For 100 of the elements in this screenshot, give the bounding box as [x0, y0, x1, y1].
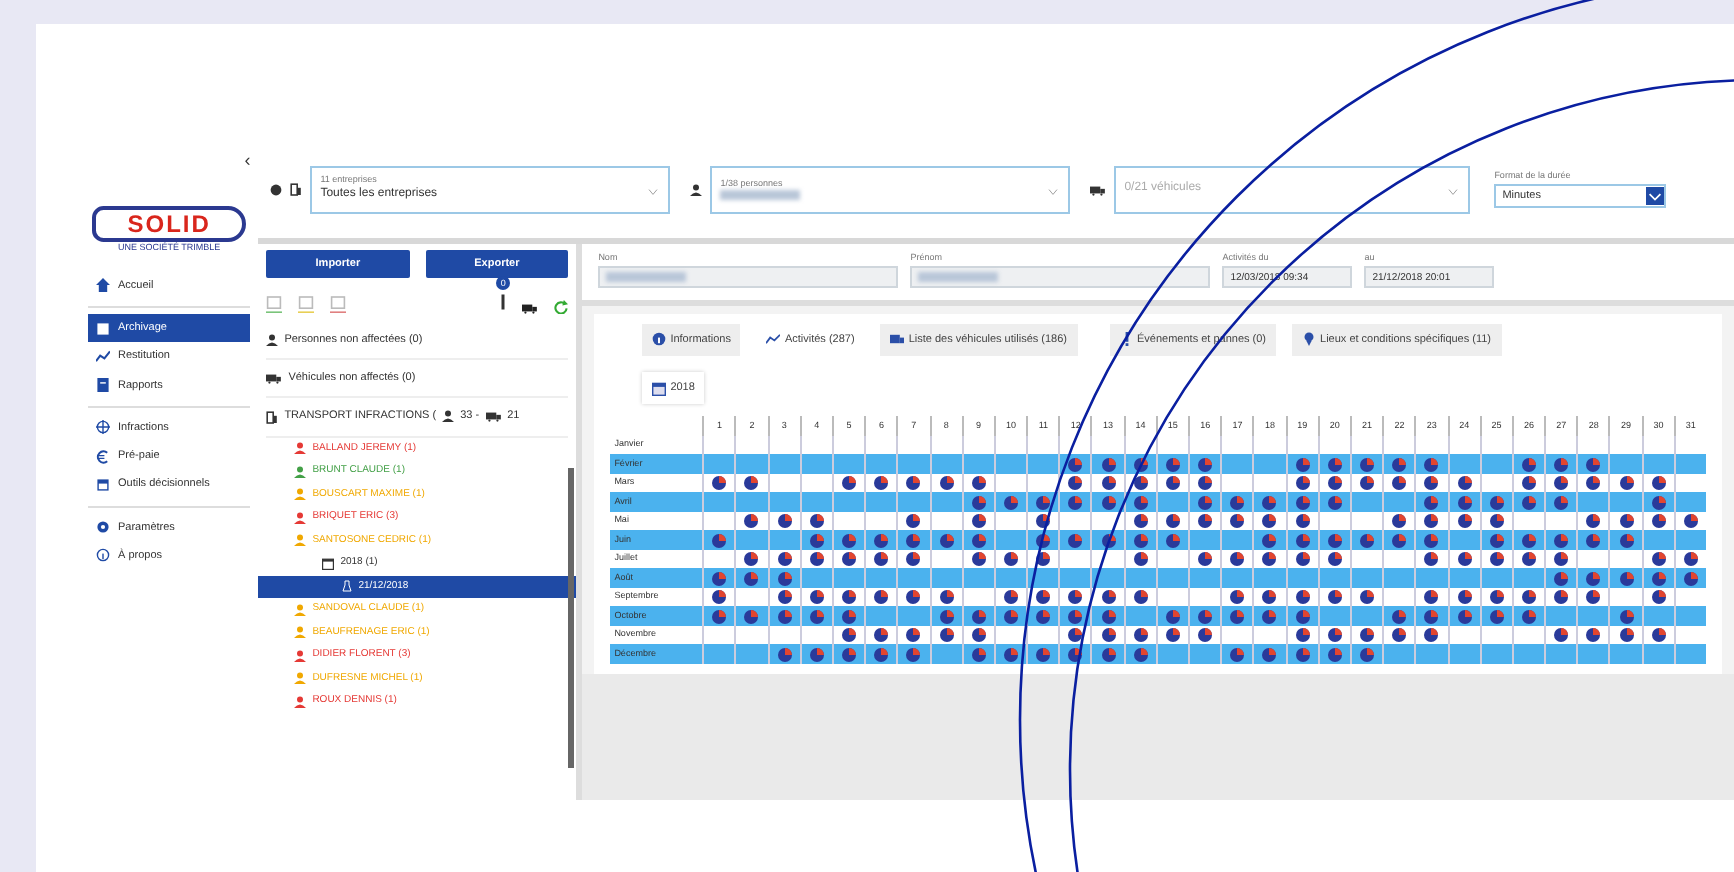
pie-chart-icon — [874, 476, 889, 490]
pie-chart-icon — [1521, 609, 1536, 623]
pie-chart-icon — [1262, 514, 1277, 528]
pie-chart-icon — [1489, 590, 1504, 604]
pie-chart-icon — [971, 533, 986, 547]
pie-chart-icon — [1683, 514, 1698, 528]
pie-chart-icon — [1230, 609, 1245, 623]
pie-chart-icon — [1198, 628, 1213, 642]
dropdown-icon — [1646, 185, 1665, 206]
pie-chart-icon — [1295, 514, 1310, 528]
pie-chart-icon — [1230, 495, 1245, 509]
pie-chart-icon — [1424, 514, 1439, 528]
pie-chart-icon — [1327, 457, 1342, 471]
pie-chart-icon — [1198, 514, 1213, 528]
pie-chart-icon — [906, 628, 921, 642]
pie-chart-icon — [1651, 628, 1666, 642]
collapse-button[interactable]: ‹ — [244, 150, 251, 170]
pie-chart-icon — [777, 571, 792, 585]
calendar-icon — [652, 381, 667, 396]
pie-chart-icon — [1521, 476, 1536, 490]
pie-chart-icon — [1295, 457, 1310, 471]
pie-chart-icon — [1327, 647, 1342, 661]
pie-chart-icon — [712, 571, 727, 585]
pie-chart-icon — [744, 609, 759, 623]
trend-line-icon — [766, 332, 781, 347]
pie-chart-icon — [1489, 495, 1504, 509]
pie-chart-icon — [1133, 476, 1148, 490]
pie-chart-icon — [1619, 533, 1634, 547]
pie-chart-icon — [1003, 647, 1018, 661]
pie-chart-icon — [1683, 552, 1698, 566]
pie-chart-icon — [1230, 552, 1245, 566]
pie-chart-icon — [1133, 495, 1148, 509]
pie-chart-icon — [906, 647, 921, 661]
pie-chart-icon — [1586, 476, 1601, 490]
pie-chart-icon — [1198, 476, 1213, 490]
pie-chart-icon — [1165, 514, 1180, 528]
pie-chart-icon — [1068, 495, 1083, 509]
pie-chart-icon — [874, 533, 889, 547]
pie-chart-icon — [939, 533, 954, 547]
pie-chart-icon — [1619, 628, 1634, 642]
pie-chart-icon — [1554, 571, 1569, 585]
pie-chart-icon — [1424, 457, 1439, 471]
pie-chart-icon — [1424, 533, 1439, 547]
pie-chart-icon — [874, 647, 889, 661]
pie-chart-icon — [1262, 609, 1277, 623]
pie-chart-icon — [842, 476, 857, 490]
pie-chart-icon — [1133, 628, 1148, 642]
pie-chart-icon — [1262, 552, 1277, 566]
filter-icon — [266, 295, 283, 314]
pie-chart-icon — [1101, 533, 1116, 547]
pie-chart-icon — [1554, 495, 1569, 509]
pie-chart-icon — [809, 647, 824, 661]
scrollbar[interactable] — [568, 468, 575, 768]
pie-chart-icon — [1036, 609, 1051, 623]
caret-icon — [648, 187, 659, 195]
pie-chart-icon — [1036, 552, 1051, 566]
pie-chart-icon — [777, 609, 792, 623]
pie-chart-icon — [1424, 476, 1439, 490]
pie-chart-icon — [1295, 590, 1310, 604]
pie-chart-icon — [1133, 457, 1148, 471]
pie-chart-icon — [1165, 476, 1180, 490]
pie-chart-icon — [971, 552, 986, 566]
pie-chart-icon — [1230, 590, 1245, 604]
pie-chart-icon — [1360, 628, 1375, 642]
pie-chart-icon — [1133, 514, 1148, 528]
pie-chart-icon — [1295, 609, 1310, 623]
pie-chart-icon — [744, 552, 759, 566]
truck-icon — [266, 372, 283, 385]
pie-chart-icon — [1651, 571, 1666, 585]
pie-chart-icon — [1392, 457, 1407, 471]
pie-chart-icon — [1424, 609, 1439, 623]
pie-chart-icon — [1165, 628, 1180, 642]
pie-chart-icon — [971, 647, 986, 661]
pie-chart-icon — [1101, 495, 1116, 509]
pie-chart-icon — [1198, 495, 1213, 509]
pie-chart-icon — [1521, 552, 1536, 566]
pie-chart-icon — [1457, 495, 1472, 509]
pie-chart-icon — [1068, 476, 1083, 490]
pie-chart-icon — [1036, 495, 1051, 509]
pie-chart-icon — [1036, 590, 1051, 604]
pie-chart-icon — [1586, 457, 1601, 471]
pie-chart-icon — [1133, 590, 1148, 604]
person-icon — [690, 183, 703, 195]
info-icon — [96, 548, 110, 563]
truck-icon — [1090, 183, 1107, 195]
pie-chart-icon — [1165, 457, 1180, 471]
filter-icon — [330, 295, 347, 314]
pie-chart-icon — [971, 495, 986, 509]
caret-icon — [1448, 187, 1459, 195]
info-icon — [652, 332, 667, 347]
pie-chart-icon — [777, 590, 792, 604]
pie-chart-icon — [1392, 514, 1407, 528]
pie-chart-icon — [777, 552, 792, 566]
pie-chart-icon — [1586, 514, 1601, 528]
pie-chart-icon — [1262, 590, 1277, 604]
pie-chart-icon — [777, 647, 792, 661]
pie-chart-icon — [1327, 533, 1342, 547]
pie-chart-icon — [1651, 590, 1666, 604]
map-pin-icon — [1302, 332, 1317, 347]
pie-chart-icon — [971, 628, 986, 642]
